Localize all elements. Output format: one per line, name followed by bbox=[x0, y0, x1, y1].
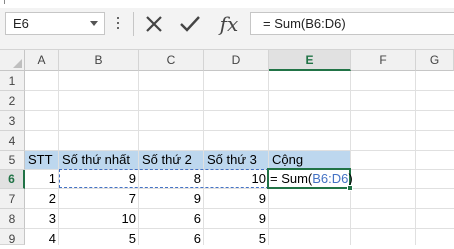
cell-a9[interactable]: 4 bbox=[25, 229, 56, 248]
header-cell-so-thu-2[interactable]: Số thứ 2 bbox=[142, 150, 192, 169]
column-header-c[interactable]: C bbox=[139, 50, 204, 71]
fill-handle[interactable] bbox=[347, 185, 353, 191]
cell-d8[interactable]: 9 bbox=[204, 209, 266, 228]
header-cell-so-thu-nhat[interactable]: Số thứ nhất bbox=[62, 150, 130, 169]
cell-c8[interactable]: 6 bbox=[139, 209, 201, 228]
name-box[interactable]: E6 bbox=[5, 12, 105, 35]
row-header-2[interactable]: 2 bbox=[0, 91, 25, 111]
cell-a8[interactable]: 3 bbox=[25, 209, 56, 228]
cancel-x-icon[interactable] bbox=[140, 12, 168, 36]
row-header-5[interactable]: 5 bbox=[0, 151, 25, 170]
window-top-strip bbox=[0, 0, 454, 8]
row-header-4[interactable]: 4 bbox=[0, 131, 25, 151]
row-header-1[interactable]: 1 bbox=[0, 71, 25, 91]
cell-c9[interactable]: 6 bbox=[139, 229, 201, 248]
formula-text: = Sum(B6:D6) bbox=[263, 16, 346, 31]
cell-d7[interactable]: 9 bbox=[204, 189, 266, 208]
column-header-a[interactable]: A bbox=[25, 50, 59, 71]
referenced-range-highlight bbox=[59, 169, 269, 188]
row-header-8[interactable]: 8 bbox=[0, 209, 25, 229]
header-cell-stt[interactable]: STT bbox=[28, 150, 53, 169]
formula-input[interactable]: = Sum(B6:D6) bbox=[250, 12, 454, 35]
chevron-down-icon[interactable] bbox=[90, 21, 98, 26]
column-header-f[interactable]: F bbox=[351, 50, 416, 71]
formula-bar-divider bbox=[133, 12, 134, 36]
header-cell-so-thu-3[interactable]: Số thứ 3 bbox=[207, 150, 257, 169]
header-cell-cong[interactable]: Cộng bbox=[272, 150, 303, 169]
row-header-9[interactable]: 9 bbox=[0, 229, 25, 246]
cell-d9[interactable]: 5 bbox=[204, 229, 266, 248]
select-all-corner[interactable] bbox=[0, 50, 25, 71]
cell-b9[interactable]: 5 bbox=[59, 229, 136, 248]
column-header-b[interactable]: B bbox=[59, 50, 139, 71]
cell-b8[interactable]: 10 bbox=[59, 209, 136, 228]
column-header-e[interactable]: E bbox=[269, 50, 351, 71]
fx-icon[interactable]: fx bbox=[214, 12, 244, 36]
grip-dots-icon[interactable] bbox=[115, 17, 121, 31]
formula-prefix: = Sum( bbox=[270, 171, 313, 186]
cell-a7[interactable]: 2 bbox=[25, 189, 56, 208]
cell-a6[interactable]: 1 bbox=[25, 169, 56, 188]
row-header-3[interactable]: 3 bbox=[0, 111, 25, 131]
row-header-7[interactable]: 7 bbox=[0, 189, 25, 209]
formula-range-ref: B6:D6 bbox=[312, 171, 349, 186]
column-header-d[interactable]: D bbox=[204, 50, 269, 71]
formula-suffix: ) bbox=[348, 171, 353, 186]
cell-b7[interactable]: 7 bbox=[59, 189, 136, 208]
column-header-g[interactable]: G bbox=[416, 50, 454, 71]
checkmark-icon[interactable] bbox=[176, 12, 204, 36]
active-cell-formula[interactable]: = Sum(B6:D6) bbox=[270, 169, 353, 188]
blank-area bbox=[175, 82, 454, 110]
name-box-value: E6 bbox=[13, 16, 29, 31]
cell-c7[interactable]: 9 bbox=[139, 189, 201, 208]
row-header-6[interactable]: 6 bbox=[0, 170, 25, 189]
